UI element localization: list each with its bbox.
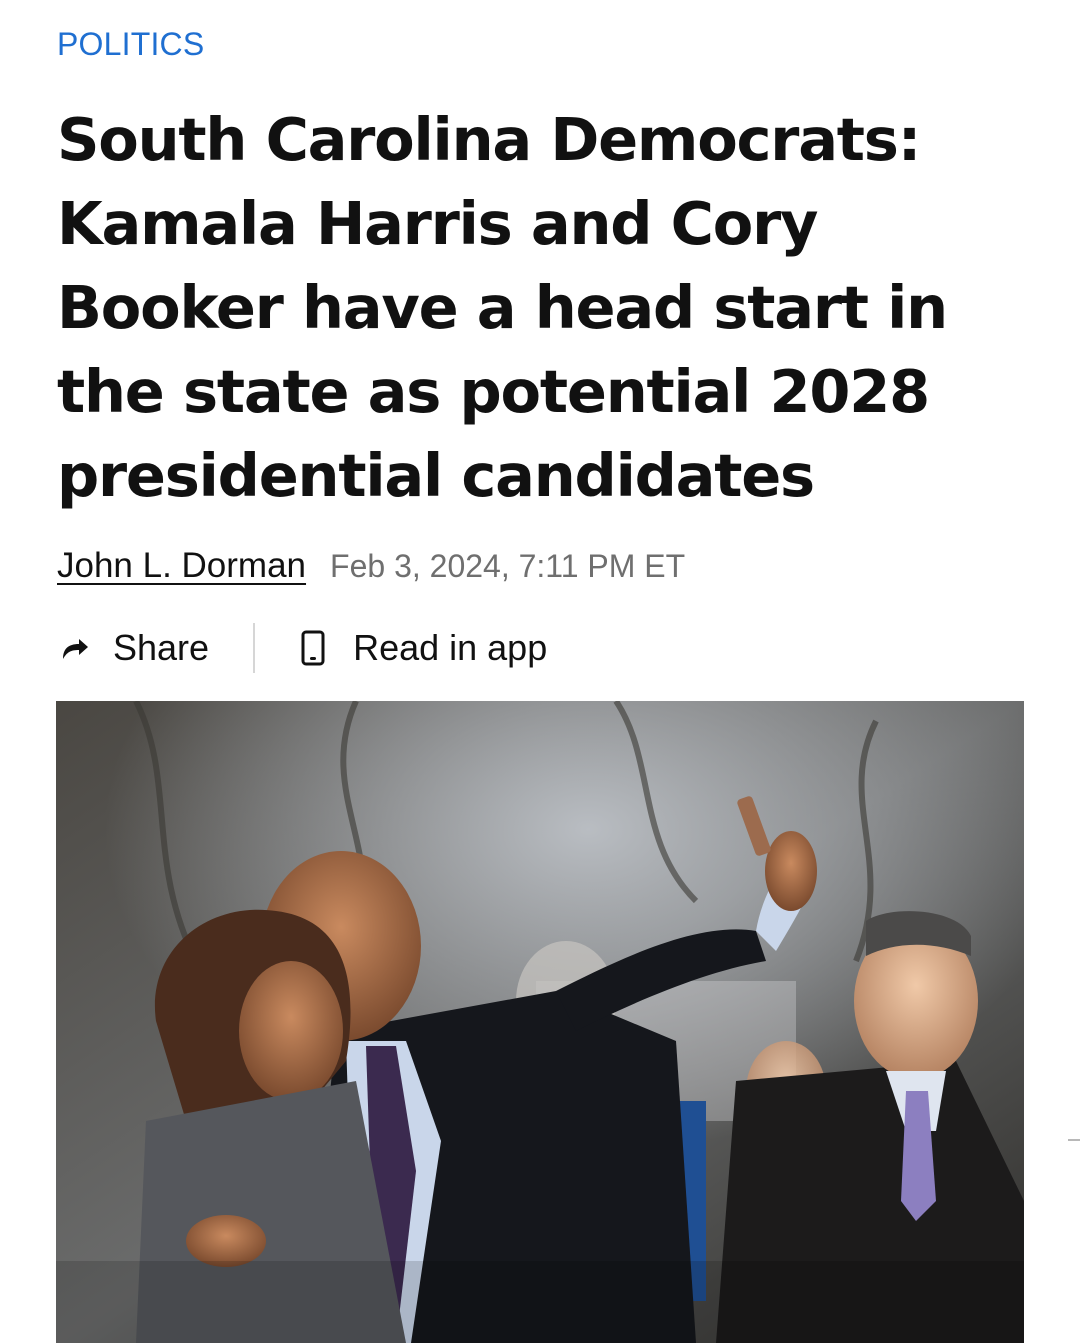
share-label: Share bbox=[113, 627, 210, 668]
author-link[interactable]: John L. Dorman bbox=[57, 546, 306, 586]
actions-divider bbox=[253, 623, 256, 673]
share-button[interactable]: Share bbox=[57, 622, 209, 674]
edge-scroll-indicator bbox=[1068, 1139, 1080, 1141]
article-hero-photo bbox=[56, 701, 1024, 1343]
read-in-app-label: Read in app bbox=[353, 627, 548, 668]
read-in-app-button[interactable]: Read in app bbox=[299, 622, 547, 674]
byline: John L. Dorman Feb 3, 2024, 7:11 PM ET bbox=[57, 546, 685, 590]
section-category[interactable]: POLITICS bbox=[57, 24, 204, 64]
article-headline: South Carolina Democrats: Kamala Harris … bbox=[57, 105, 948, 510]
article-actions: Share Read in app bbox=[57, 622, 547, 674]
share-arrow-icon bbox=[57, 631, 91, 665]
phone-icon bbox=[299, 630, 327, 666]
publish-date: Feb 3, 2024, 7:11 PM ET bbox=[330, 548, 686, 584]
